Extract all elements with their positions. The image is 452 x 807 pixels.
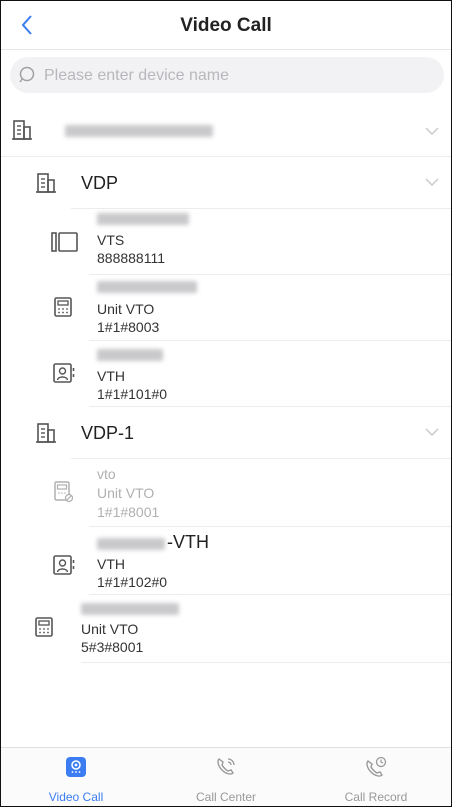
group-label: VDP bbox=[81, 173, 119, 193]
app-frame: Video Call VDP bbox=[0, 0, 452, 807]
device-type: Unit VTO bbox=[97, 301, 155, 317]
tab-call-record[interactable]: Call Record bbox=[301, 748, 451, 806]
site-name-redacted bbox=[65, 125, 213, 137]
vto-panel-icon bbox=[54, 297, 72, 317]
vth-contact-icon bbox=[53, 555, 75, 575]
tab-video-call[interactable]: Video Call bbox=[1, 748, 151, 806]
header: Video Call bbox=[1, 1, 451, 50]
device-row-vth-2[interactable]: -VTH VTH 1#1#102#0 bbox=[1, 527, 451, 595]
video-call-icon bbox=[66, 757, 86, 777]
device-type: Unit VTO bbox=[97, 485, 155, 501]
device-number: 1#1#8003 bbox=[97, 319, 160, 335]
search-icon bbox=[19, 66, 35, 83]
chevron-down-icon bbox=[425, 127, 439, 135]
device-row-vts[interactable]: VTS 888888111 bbox=[1, 209, 451, 275]
device-name-redacted bbox=[97, 213, 189, 225]
device-name-redacted bbox=[97, 349, 163, 361]
device-name-redacted bbox=[81, 603, 179, 615]
group-row-vdp[interactable]: VDP bbox=[1, 157, 451, 209]
device-name: vto bbox=[97, 466, 116, 482]
vto-offline-icon bbox=[54, 481, 74, 503]
device-row-vth[interactable]: VTH 1#1#101#0 bbox=[1, 341, 451, 407]
device-row-unit-vto-2[interactable]: Unit VTO 5#3#8001 bbox=[1, 595, 451, 663]
tab-call-center[interactable]: Call Center bbox=[151, 748, 301, 806]
tab-label: Call Record bbox=[344, 790, 408, 804]
device-number: 1#1#8001 bbox=[97, 504, 160, 520]
vts-monitor-icon bbox=[51, 232, 78, 252]
device-name-suffix: -VTH bbox=[167, 532, 209, 552]
building-icon bbox=[36, 173, 56, 193]
device-number: 888888111 bbox=[97, 250, 165, 266]
group-row-vdp-1[interactable]: VDP-1 bbox=[1, 407, 451, 459]
vto-panel-icon bbox=[35, 617, 53, 637]
tab-label: Call Center bbox=[195, 790, 257, 804]
search-bar bbox=[10, 57, 444, 95]
device-row-vto-offline[interactable]: vto Unit VTO 1#1#8001 bbox=[1, 459, 451, 527]
search-input[interactable] bbox=[42, 57, 436, 95]
vth-contact-icon bbox=[53, 363, 75, 383]
tab-label: Video Call bbox=[48, 790, 104, 804]
chevron-down-icon bbox=[425, 178, 439, 186]
device-type: VTH bbox=[97, 368, 125, 384]
device-number: 1#1#101#0 bbox=[97, 386, 168, 402]
device-number: 5#3#8001 bbox=[81, 639, 144, 655]
call-center-icon bbox=[217, 758, 235, 775]
device-type: VTH bbox=[97, 556, 125, 572]
site-row[interactable] bbox=[1, 104, 451, 157]
device-type: VTS bbox=[97, 232, 125, 248]
tab-bar: Video Call Call Center Call Record bbox=[1, 747, 451, 806]
device-type: Unit VTO bbox=[81, 621, 139, 637]
device-name-redacted bbox=[97, 538, 165, 550]
building-icon bbox=[12, 120, 32, 140]
group-label: VDP-1 bbox=[81, 423, 135, 443]
page-title: Video Call bbox=[180, 15, 272, 36]
building-icon bbox=[36, 423, 56, 443]
device-name-redacted bbox=[97, 281, 197, 293]
device-row-unit-vto[interactable]: Unit VTO 1#1#8003 bbox=[1, 275, 451, 341]
call-record-icon bbox=[366, 756, 387, 777]
device-number: 1#1#102#0 bbox=[97, 574, 168, 590]
chevron-down-icon bbox=[425, 428, 439, 436]
